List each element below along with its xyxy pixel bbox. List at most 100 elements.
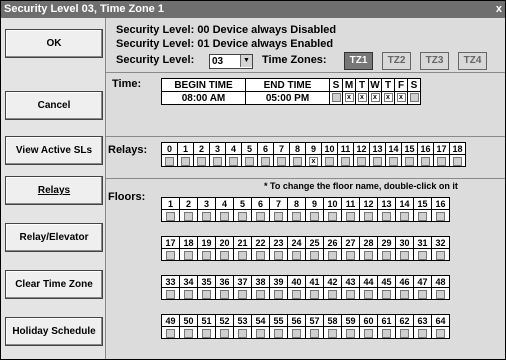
floor-number[interactable]: 8 xyxy=(287,197,306,210)
floor-number[interactable]: 16 xyxy=(431,197,450,210)
relay-checkbox[interactable] xyxy=(341,156,350,166)
floor-checkbox[interactable] xyxy=(364,328,373,338)
floor-number[interactable]: 34 xyxy=(179,275,198,288)
floor-checkbox[interactable] xyxy=(292,211,301,221)
floor-number[interactable]: 36 xyxy=(215,275,234,288)
floor-number[interactable]: 2 xyxy=(179,197,198,210)
floor-number[interactable]: 11 xyxy=(341,197,360,210)
relay-checkbox[interactable]: x xyxy=(309,156,318,166)
floor-checkbox[interactable] xyxy=(274,250,283,260)
floor-checkbox[interactable] xyxy=(346,328,355,338)
floor-checkbox[interactable] xyxy=(184,328,193,338)
floor-number[interactable]: 14 xyxy=(395,197,414,210)
floor-number[interactable]: 25 xyxy=(305,236,324,249)
floor-number[interactable]: 40 xyxy=(287,275,306,288)
floor-number[interactable]: 42 xyxy=(323,275,342,288)
ok-button[interactable]: OK xyxy=(5,29,103,58)
day-checkbox-mon[interactable]: x xyxy=(344,93,354,103)
relay-checkbox[interactable] xyxy=(213,156,222,166)
relay-checkbox[interactable] xyxy=(389,156,398,166)
relay-checkbox[interactable] xyxy=(373,156,382,166)
floor-checkbox[interactable] xyxy=(202,328,211,338)
relays-button[interactable]: Relays xyxy=(5,176,103,205)
floor-number[interactable]: 10 xyxy=(323,197,342,210)
relay-checkbox[interactable] xyxy=(421,156,430,166)
floor-number[interactable]: 53 xyxy=(233,314,252,327)
floor-checkbox[interactable] xyxy=(202,289,211,299)
floor-number[interactable]: 41 xyxy=(305,275,324,288)
floor-checkbox[interactable] xyxy=(400,289,409,299)
relay-checkbox[interactable] xyxy=(165,156,174,166)
floor-number[interactable]: 56 xyxy=(287,314,306,327)
floor-checkbox[interactable] xyxy=(184,211,193,221)
floor-checkbox[interactable] xyxy=(184,289,193,299)
floor-checkbox[interactable] xyxy=(328,250,337,260)
floor-number[interactable]: 9 xyxy=(305,197,324,210)
floor-checkbox[interactable] xyxy=(418,328,427,338)
floor-checkbox[interactable] xyxy=(238,328,247,338)
floor-checkbox[interactable] xyxy=(202,250,211,260)
floor-number[interactable]: 24 xyxy=(287,236,306,249)
floor-checkbox[interactable] xyxy=(400,328,409,338)
floor-number[interactable]: 52 xyxy=(215,314,234,327)
floor-checkbox[interactable] xyxy=(292,250,301,260)
begin-time-input[interactable]: 08:00 AM xyxy=(161,91,246,105)
relay-checkbox[interactable] xyxy=(277,156,286,166)
floor-checkbox[interactable] xyxy=(184,250,193,260)
floor-number[interactable]: 64 xyxy=(431,314,450,327)
floor-checkbox[interactable] xyxy=(166,211,175,221)
floor-number[interactable]: 31 xyxy=(413,236,432,249)
security-level-select[interactable]: 03 ▼ xyxy=(209,54,253,69)
holiday-schedule-button[interactable]: Holiday Schedule xyxy=(5,317,103,346)
floor-checkbox[interactable] xyxy=(292,328,301,338)
day-checkbox-sat[interactable] xyxy=(409,93,419,103)
floor-number[interactable]: 17 xyxy=(161,236,180,249)
floor-checkbox[interactable] xyxy=(436,211,445,221)
floor-number[interactable]: 5 xyxy=(233,197,252,210)
floor-checkbox[interactable] xyxy=(436,289,445,299)
day-checkbox-wed[interactable]: x xyxy=(370,93,380,103)
relay-elevator-button[interactable]: Relay/Elevator xyxy=(5,223,103,252)
floor-number[interactable]: 33 xyxy=(161,275,180,288)
floor-number[interactable]: 58 xyxy=(323,314,342,327)
relay-checkbox[interactable] xyxy=(453,156,462,166)
floor-checkbox[interactable] xyxy=(220,250,229,260)
relay-checkbox[interactable] xyxy=(357,156,366,166)
floor-checkbox[interactable] xyxy=(382,328,391,338)
tab-tz4[interactable]: TZ4 xyxy=(458,52,487,70)
floor-number[interactable]: 62 xyxy=(395,314,414,327)
floor-number[interactable]: 18 xyxy=(179,236,198,249)
floor-checkbox[interactable] xyxy=(436,328,445,338)
floor-checkbox[interactable] xyxy=(274,211,283,221)
floor-checkbox[interactable] xyxy=(346,289,355,299)
floor-checkbox[interactable] xyxy=(220,328,229,338)
relay-checkbox[interactable] xyxy=(245,156,254,166)
floor-checkbox[interactable] xyxy=(256,328,265,338)
floor-number[interactable]: 32 xyxy=(431,236,450,249)
clear-time-zone-button[interactable]: Clear Time Zone xyxy=(5,270,103,299)
floor-checkbox[interactable] xyxy=(382,250,391,260)
floor-number[interactable]: 37 xyxy=(233,275,252,288)
floor-number[interactable]: 23 xyxy=(269,236,288,249)
floor-checkbox[interactable] xyxy=(202,211,211,221)
floor-number[interactable]: 19 xyxy=(197,236,216,249)
floor-number[interactable]: 4 xyxy=(215,197,234,210)
floor-number[interactable]: 13 xyxy=(377,197,396,210)
floor-number[interactable]: 51 xyxy=(197,314,216,327)
floor-checkbox[interactable] xyxy=(382,289,391,299)
floor-checkbox[interactable] xyxy=(292,289,301,299)
floor-checkbox[interactable] xyxy=(220,211,229,221)
floor-number[interactable]: 60 xyxy=(359,314,378,327)
floor-checkbox[interactable] xyxy=(238,211,247,221)
day-checkbox-tue[interactable]: x xyxy=(357,93,367,103)
floor-number[interactable]: 46 xyxy=(395,275,414,288)
floor-number[interactable]: 15 xyxy=(413,197,432,210)
floor-checkbox[interactable] xyxy=(328,328,337,338)
floor-number[interactable]: 48 xyxy=(431,275,450,288)
close-icon[interactable]: x xyxy=(496,1,502,18)
floor-number[interactable]: 29 xyxy=(377,236,396,249)
floor-number[interactable]: 35 xyxy=(197,275,216,288)
floor-number[interactable]: 39 xyxy=(269,275,288,288)
cancel-button[interactable]: Cancel xyxy=(5,91,103,120)
day-checkbox-fri[interactable]: x xyxy=(396,93,406,103)
